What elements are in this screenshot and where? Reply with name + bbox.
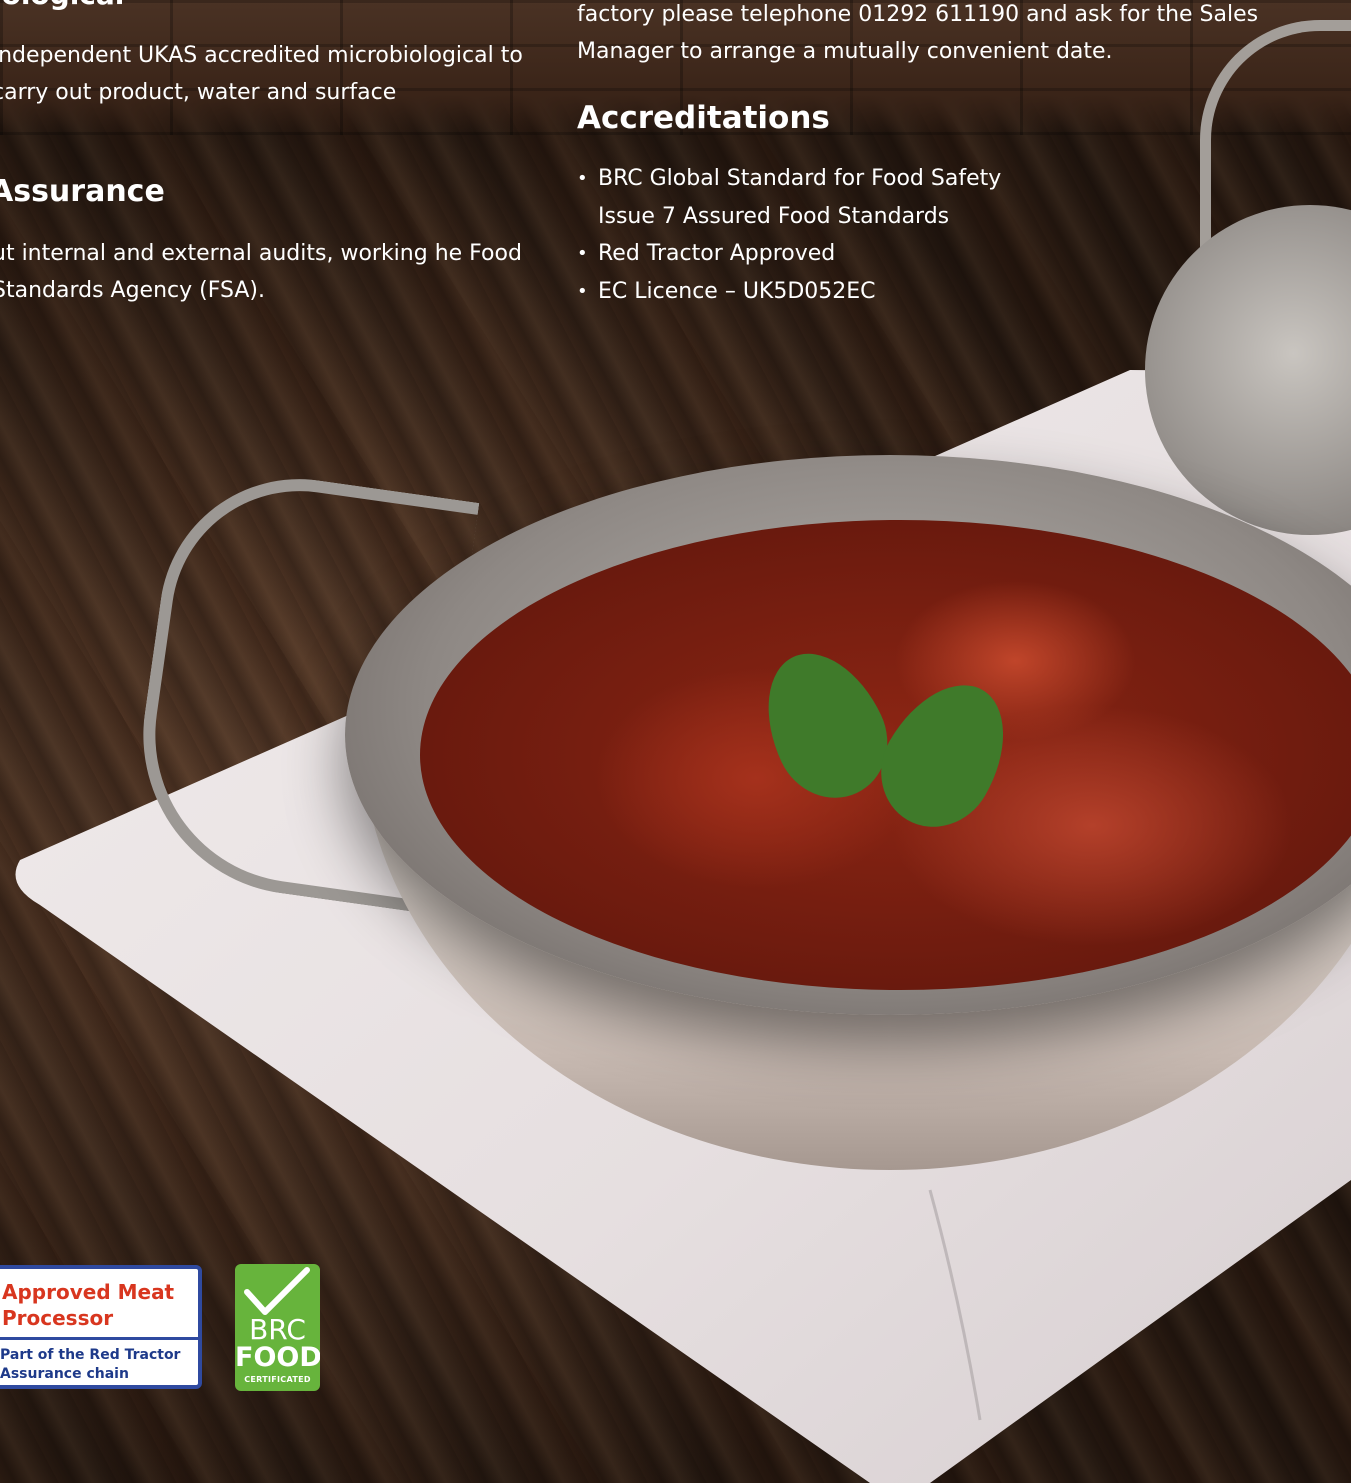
list-item-text: BRC Global Standard for Food Safety [598,166,1002,191]
list-item-text: Red Tractor Approved [598,241,836,266]
accreditations-heading: Accreditations [577,100,830,136]
microbiological-paragraph: independent UKAS accredited microbiologi… [0,43,523,105]
assurance-heading: Assurance [0,174,165,209]
page: iological independent UKAS accredited mi… [0,0,1351,1483]
list-item-text-continued: Issue 7 Assured Food Standards [598,203,950,229]
list-item: EC Licence – UK5D052EC [577,273,1277,311]
contact-paragraph: factory please telephone 01292 611190 an… [577,2,1259,64]
red-tractor-subtitle: Part of the Red Tractor Assurance chain [0,1347,181,1382]
assurance-paragraph: ut internal and external audits, working… [0,241,522,303]
list-item: Red Tractor Approved [577,235,1277,273]
accreditations-list: BRC Global Standard for Food Safety Issu… [577,160,1277,310]
red-tractor-title: Approved Meat Processor [2,1280,175,1330]
brc-food-certificated-logo: BRC FOOD CERTIFICATED [235,1264,320,1391]
list-item-text: EC Licence – UK5D052EC [598,278,876,304]
brc-food-text: FOOD [235,1342,320,1373]
list-item: BRC Global Standard for Food Safety Issu… [577,160,1277,235]
brc-certificated-text: CERTIFICATED [244,1375,311,1384]
section-heading: iological [0,0,124,11]
divider [0,1337,198,1340]
red-tractor-logo: Approved Meat Processor Part of the Red … [0,1265,202,1389]
